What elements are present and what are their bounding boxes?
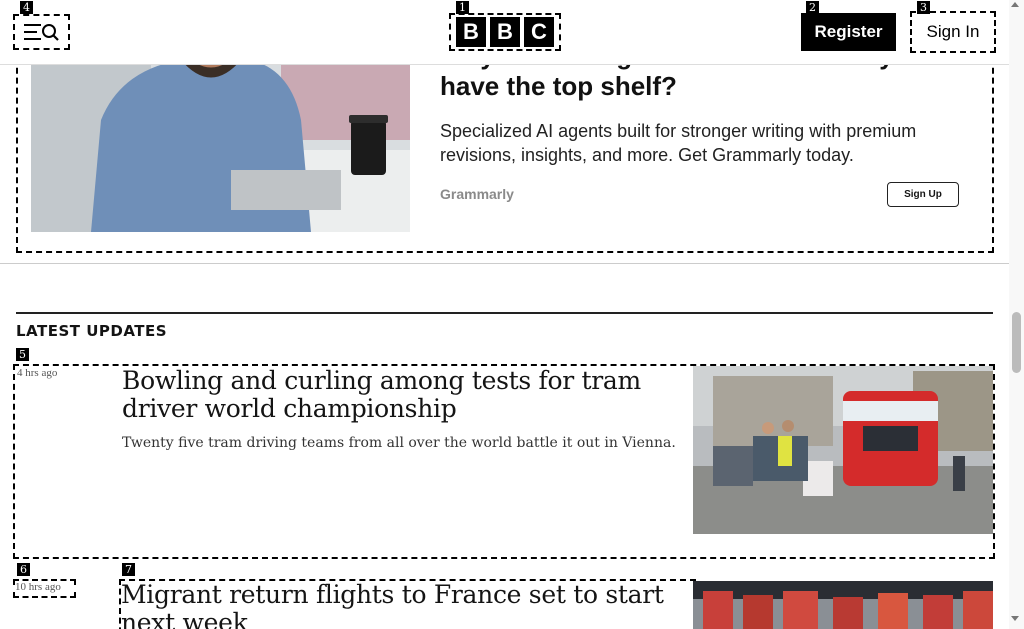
story-image[interactable] — [693, 581, 993, 629]
marker-label: 4 — [20, 1, 33, 14]
menu-search-icon — [23, 24, 59, 41]
logo-letter: C — [524, 17, 554, 47]
menu-search-button[interactable] — [13, 14, 70, 50]
section-title: LATEST UPDATES — [16, 322, 168, 340]
story-image[interactable] — [693, 366, 993, 534]
marker-label: 6 — [17, 563, 30, 576]
story-summary: Twenty five tram driving teams from all … — [122, 435, 676, 451]
scrollbar-thumb[interactable] — [1012, 312, 1021, 373]
ad-description: Specialized AI agents built for stronger… — [440, 121, 917, 165]
scroll-down-arrow-icon[interactable] — [1011, 616, 1019, 621]
story-time[interactable]: 10 hrs ago — [13, 579, 76, 598]
section-rule — [16, 312, 993, 314]
signin-button[interactable]: Sign In — [910, 11, 996, 53]
marker-label: 3 — [917, 1, 930, 14]
page: Why should a grammar checker only have t… — [0, 0, 1024, 629]
ad-title-line-2: have the top shelf? — [440, 71, 677, 101]
scroll-up-arrow-icon[interactable] — [1011, 2, 1019, 7]
marker-label: 1 — [456, 1, 469, 14]
logo-letter: B — [490, 17, 520, 47]
logo-letter: B — [456, 17, 486, 47]
ad-brand[interactable]: Grammarly — [440, 186, 514, 202]
story-headline[interactable]: Bowling and curling among tests for tram… — [122, 367, 682, 423]
story-headline[interactable]: Migrant return flights to France set to … — [119, 579, 696, 629]
marker-label: 7 — [122, 563, 135, 576]
register-button[interactable]: Register — [801, 13, 896, 51]
site-header: B B C Register Sign In — [0, 0, 1009, 65]
divider — [0, 263, 1009, 264]
marker-label: 5 — [16, 348, 29, 361]
story-card[interactable]: 4 hrs ago Bowling and curling among test… — [13, 364, 995, 559]
marker-label: 2 — [806, 1, 819, 14]
story-time: 4 hrs ago — [17, 367, 58, 379]
ad-signup-button[interactable]: Sign Up — [887, 182, 959, 207]
bbc-logo[interactable]: B B C — [449, 13, 561, 51]
